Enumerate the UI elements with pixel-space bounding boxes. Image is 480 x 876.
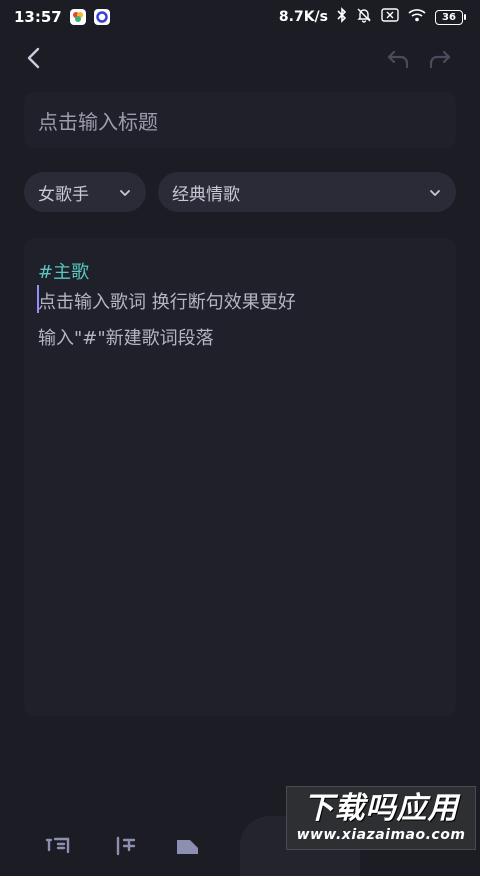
app-icon-1 xyxy=(69,9,86,25)
app-icon-2 xyxy=(93,9,110,25)
status-bar: 13:57 8.7K/s 36 xyxy=(0,0,480,34)
status-left: 13:57 xyxy=(14,8,110,26)
battery-level: 36 xyxy=(435,9,463,25)
lyric-placeholder: 点击输入歌词 换行断句效果更好 xyxy=(38,292,296,313)
status-right: 8.7K/s 36 xyxy=(279,7,466,27)
section-hint: 输入"#"新建歌词段落 xyxy=(38,328,214,349)
chevron-down-icon xyxy=(118,185,132,199)
net-speed: 8.7K/s xyxy=(278,9,328,25)
singer-dropdown[interactable]: 女歌手 xyxy=(24,172,146,212)
title-input[interactable]: 点击输入标题 xyxy=(24,92,456,148)
watermark: 下载吗应用 www.xiazaimao.com xyxy=(286,786,476,850)
section-tag: #主歌 xyxy=(38,262,90,283)
bell-muted-icon xyxy=(356,7,372,27)
singer-dropdown-label: 女歌手 xyxy=(38,184,89,205)
watermark-title: 下载吗应用 xyxy=(303,791,459,826)
chevron-down-icon xyxy=(428,185,442,199)
word-icon[interactable] xyxy=(44,836,72,856)
line-break-icon[interactable] xyxy=(110,836,138,856)
undo-icon[interactable] xyxy=(384,44,412,72)
redo-icon[interactable] xyxy=(426,44,454,72)
watermark-url: www.xiazaimao.com xyxy=(296,827,466,843)
status-time: 13:57 xyxy=(14,8,62,26)
title-placeholder: 点击输入标题 xyxy=(38,109,158,134)
wifi-icon xyxy=(408,8,426,26)
lyrics-editor[interactable]: #主歌 点击输入歌词 换行断句效果更好 输入"#"新建歌词段落 xyxy=(24,238,456,716)
back-arrow-icon[interactable] xyxy=(20,44,48,72)
style-dropdown-label: 经典情歌 xyxy=(172,184,240,205)
bluetooth-icon xyxy=(337,7,347,27)
battery-icon: 36 xyxy=(435,9,466,25)
tag-icon[interactable] xyxy=(174,836,202,856)
style-dropdown[interactable]: 经典情歌 xyxy=(158,172,456,212)
sim-off-icon xyxy=(381,8,399,26)
battery-cap xyxy=(464,14,466,20)
top-nav xyxy=(0,36,480,80)
